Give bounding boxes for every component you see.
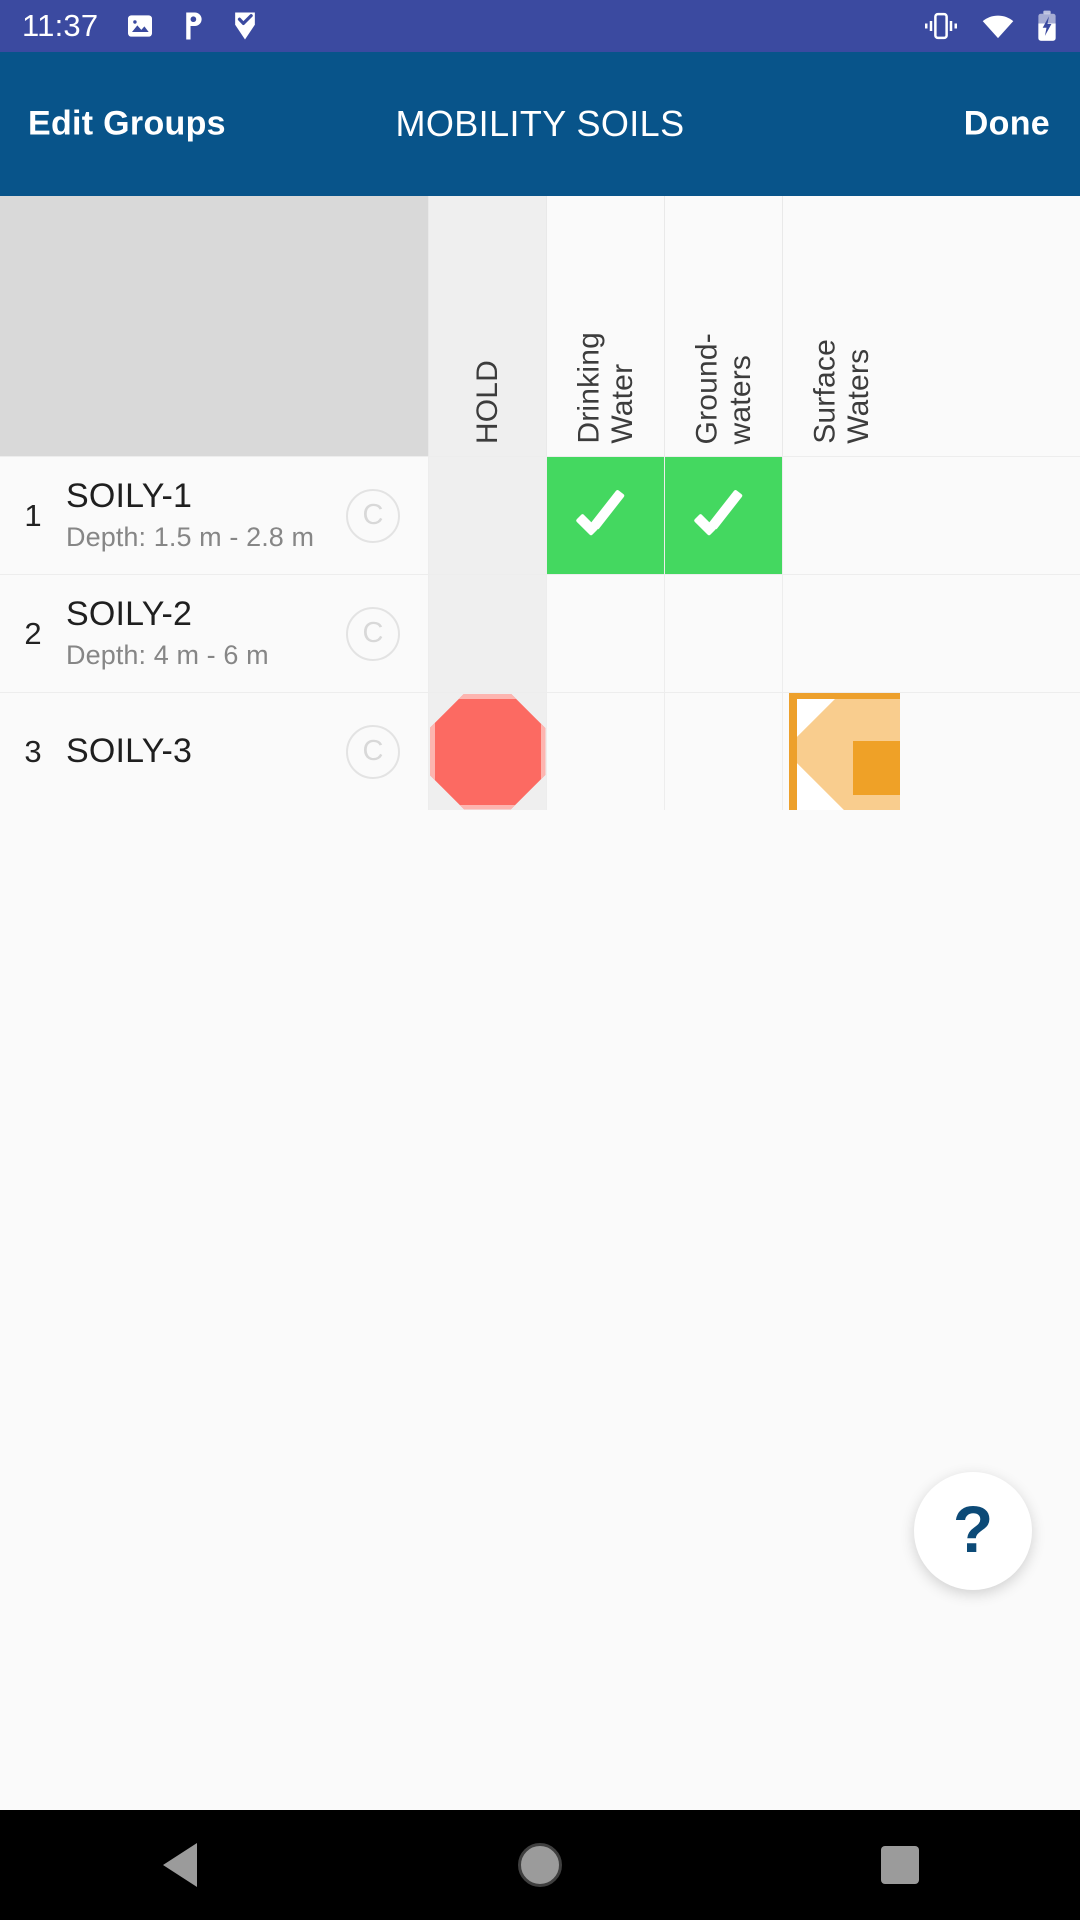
vibrate-icon (925, 12, 957, 40)
check-flag-icon (235, 12, 256, 40)
composite-badge-icon[interactable]: C (346, 606, 400, 661)
status-time: 11:37 (22, 8, 99, 43)
cell-hold-row1[interactable] (428, 457, 546, 574)
check-icon (695, 496, 753, 536)
recents-icon (881, 1846, 919, 1884)
question-mark-icon: ? (952, 1492, 994, 1566)
nav-back-button[interactable] (0, 1843, 360, 1887)
status-right-icons (922, 10, 1058, 42)
sample-label-cell[interactable]: 2 SOILY-2 Depth: 4 m - 6 mC (0, 575, 428, 692)
stop-octagon-icon (429, 693, 546, 810)
table-header-row: HOLD Drinking Water Ground- waters Surface … (0, 196, 1080, 456)
table-body: 1 SOILY-1 Depth: 1.5 m - 2.8 m C 2 SOILY-2 Dep… (0, 456, 1080, 810)
cell-surface_waters-row2[interactable] (782, 575, 900, 692)
help-fab-button[interactable]: ? (914, 1472, 1032, 1590)
table-row[interactable]: 2 SOILY-2 Depth: 4 m - 6 mC (0, 574, 1080, 692)
app-bar: Edit Groups MOBILITY SOILS Done (0, 52, 1080, 196)
column-header-drinking_water[interactable]: Drinking Water (546, 196, 664, 456)
cell-surface_waters-row3[interactable] (782, 693, 900, 810)
column-header-surface_waters[interactable]: Surface Waters (782, 196, 900, 456)
cell-drinking_water-row1[interactable] (546, 457, 664, 574)
status-left-icons (124, 10, 260, 42)
cell-groundwaters-row2[interactable] (664, 575, 782, 692)
cell-groundwaters-row1[interactable] (664, 457, 782, 574)
row-number: 3 (24, 733, 42, 769)
column-header-label: Drinking Water (571, 332, 639, 444)
page-title: MOBILITY SOILS (395, 103, 685, 144)
sample-label-cell[interactable]: 1 SOILY-1 Depth: 1.5 m - 2.8 mC (0, 457, 428, 574)
column-header-label: Surface Waters (807, 339, 875, 444)
row-number: 2 (24, 615, 42, 651)
cell-drinking_water-row2[interactable] (546, 575, 664, 692)
column-header-label: HOLD (470, 359, 504, 444)
p-app-icon (186, 12, 202, 40)
screen-root: 11:37 Edit Groups MOBILITY SOILS Done HO… (0, 0, 1080, 1920)
nav-recents-button[interactable] (720, 1846, 1080, 1884)
android-navigation-bar (0, 1810, 1080, 1920)
battery-charging-icon (1038, 10, 1056, 41)
status-bar: 11:37 (0, 0, 1080, 52)
sample-label-cell[interactable]: 3 SOILY-3 C (0, 693, 428, 810)
cell-drinking_water-row3[interactable] (546, 693, 664, 810)
orange-diamond-icon (789, 693, 900, 810)
wifi-icon (982, 15, 1014, 39)
cell-groundwaters-row3[interactable] (664, 693, 782, 810)
table-corner-cell (0, 196, 428, 456)
table-row[interactable]: 3 SOILY-3 C (0, 692, 1080, 810)
composite-badge-icon[interactable]: C (346, 488, 400, 543)
diamond-inner-square (853, 741, 900, 795)
back-icon (163, 1843, 197, 1887)
nav-home-button[interactable] (360, 1843, 720, 1887)
cell-hold-row2[interactable] (428, 575, 546, 692)
check-icon (577, 496, 635, 536)
column-header-hold[interactable]: HOLD (428, 196, 546, 456)
column-header-label: Ground- waters (689, 332, 757, 444)
image-icon (128, 15, 153, 37)
row-number: 1 (24, 497, 42, 533)
done-button[interactable]: Done (964, 105, 1050, 144)
samples-table: HOLD Drinking Water Ground- waters Surface … (0, 196, 1080, 816)
cell-surface_waters-row1[interactable] (782, 457, 900, 574)
cell-hold-row3[interactable] (428, 693, 546, 810)
column-header-groundwaters[interactable]: Ground- waters (664, 196, 782, 456)
edit-groups-button[interactable]: Edit Groups (28, 105, 226, 144)
table-row[interactable]: 1 SOILY-1 Depth: 1.5 m - 2.8 mC (0, 456, 1080, 574)
composite-badge-icon[interactable]: C (346, 724, 400, 779)
home-icon (518, 1843, 562, 1887)
